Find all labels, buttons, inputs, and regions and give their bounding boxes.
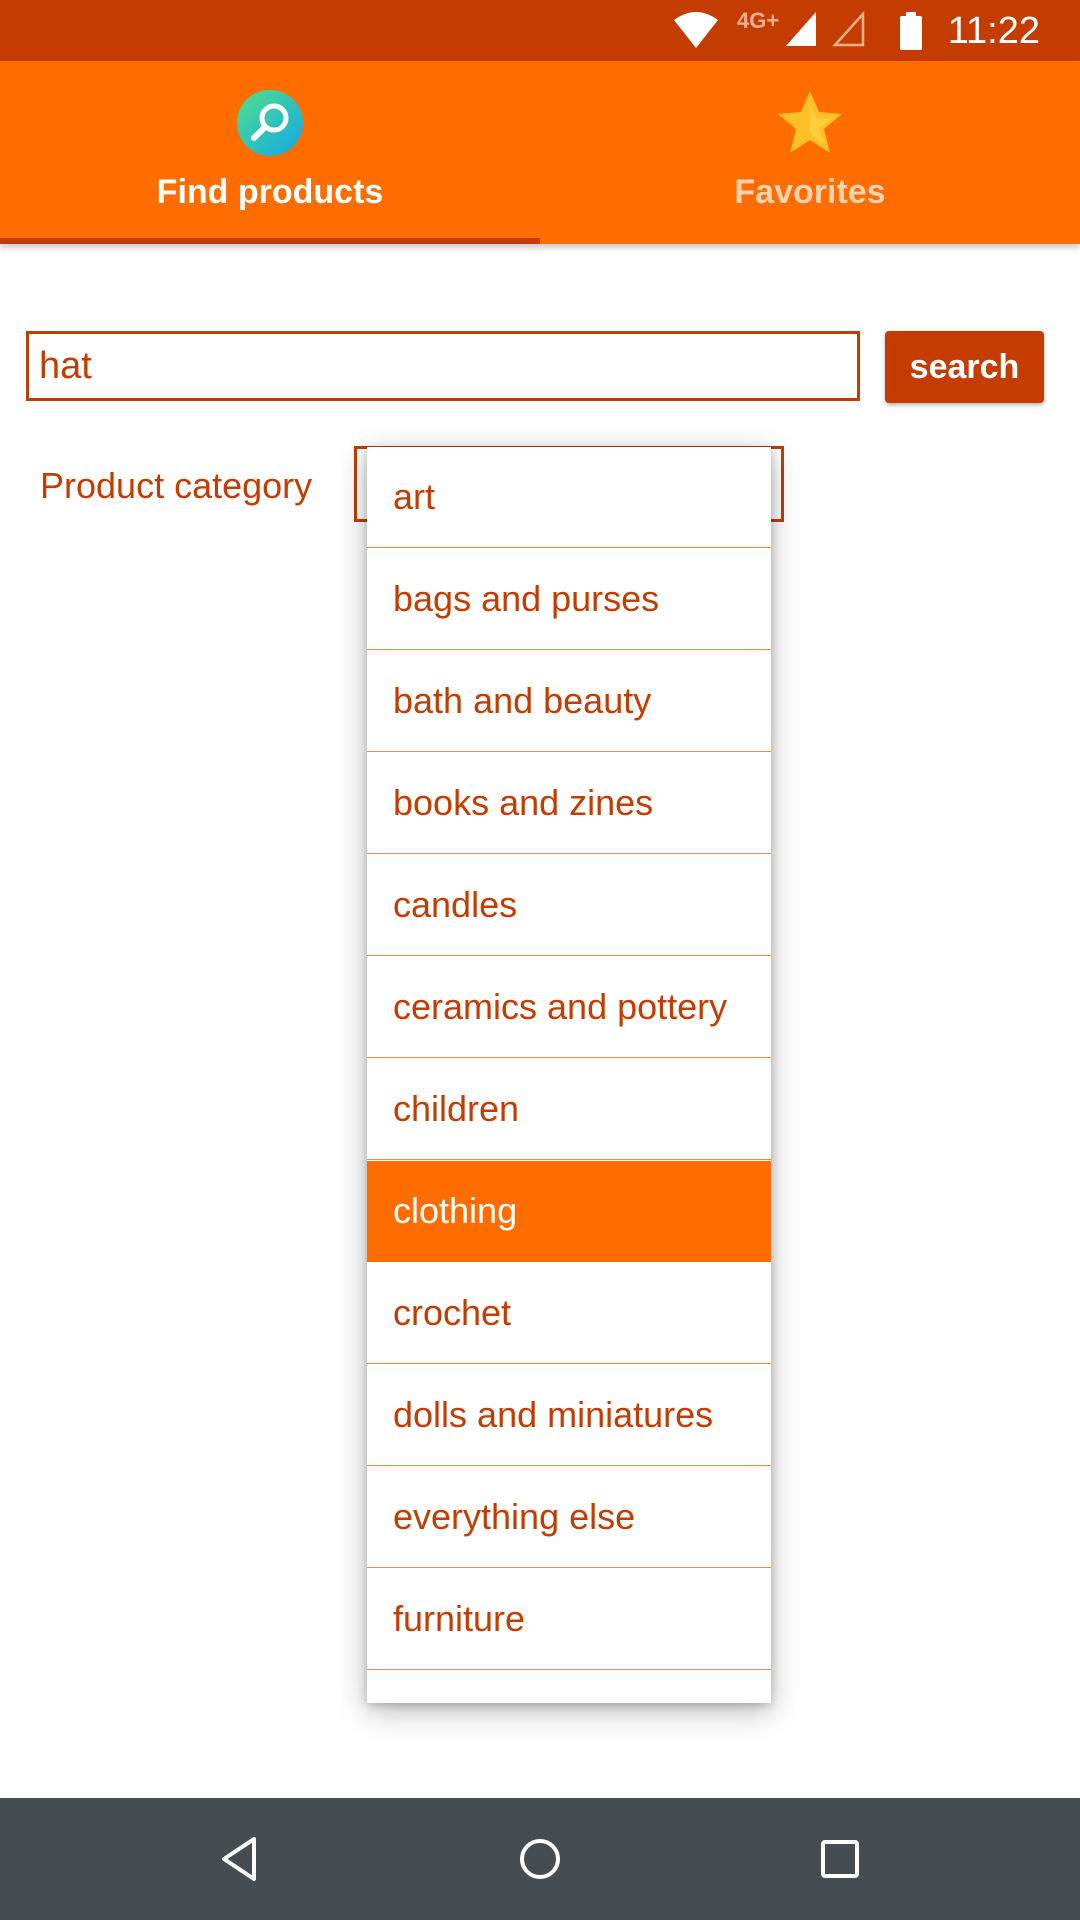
dropdown-option-clothing[interactable]: clothing — [367, 1161, 771, 1262]
back-icon[interactable] — [210, 1829, 270, 1889]
status-bar: 4G+ 11:22 — [0, 0, 1080, 61]
tab-find-products-label: Find products — [156, 173, 384, 211]
system-nav-bar — [0, 1798, 1080, 1920]
search-icon — [237, 90, 303, 156]
recents-icon[interactable] — [810, 1829, 870, 1889]
dropdown-option-crochet[interactable]: crochet — [367, 1263, 771, 1364]
dropdown-option-children[interactable]: children — [367, 1059, 771, 1160]
search-button[interactable]: search — [885, 331, 1044, 403]
dropdown-option-art[interactable]: art — [367, 447, 771, 548]
search-input[interactable]: hat — [26, 331, 860, 401]
dropdown-option-dolls-and-miniatures[interactable]: dolls and miniatures — [367, 1365, 771, 1466]
status-time: 11:22 — [947, 10, 1040, 52]
dropdown-option-furniture[interactable]: furniture — [367, 1569, 771, 1670]
dropdown-option-books-and-zines[interactable]: books and zines — [367, 753, 771, 854]
dropdown-option-everything-else[interactable]: everything else — [367, 1467, 771, 1568]
tab-favorites-label: Favorites — [734, 173, 886, 211]
cell-signal-empty-icon — [832, 10, 865, 47]
network-type-label: 4G+ — [737, 8, 780, 33]
dropdown-option-candles[interactable]: candles — [367, 855, 771, 956]
tab-find-products[interactable]: Find products — [0, 61, 540, 244]
category-dropdown: art bags and purses bath and beauty book… — [367, 447, 771, 1703]
dropdown-option-bags-and-purses[interactable]: bags and purses — [367, 549, 771, 650]
battery-icon — [900, 12, 922, 50]
tab-favorites[interactable]: Favorites — [540, 61, 1080, 244]
active-tab-indicator — [0, 238, 540, 244]
home-icon[interactable] — [510, 1829, 570, 1889]
wifi-icon — [674, 12, 718, 48]
star-icon — [778, 91, 842, 153]
cell-signal-icon — [786, 12, 816, 46]
dropdown-option-bath-and-beauty[interactable]: bath and beauty — [367, 651, 771, 752]
product-category-label: Product category — [40, 465, 313, 506]
tab-bar: Find products Favorites — [0, 61, 1080, 244]
dropdown-option-ceramics-and-pottery[interactable]: ceramics and pottery — [367, 957, 771, 1058]
